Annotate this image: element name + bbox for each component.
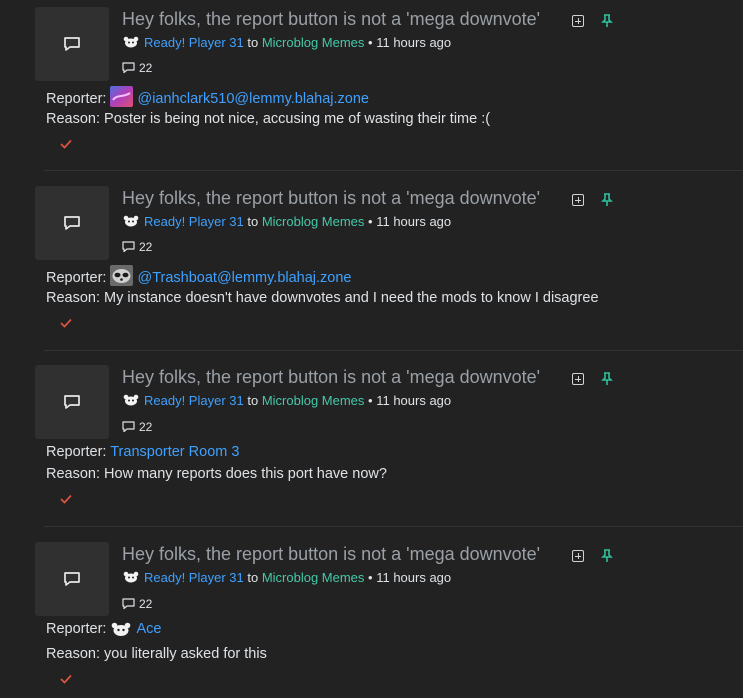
author-link[interactable]: Ready! Player 31 [144, 214, 244, 229]
divider [44, 526, 743, 527]
report-item: Hey folks, the report button is not a 'm… [0, 535, 743, 698]
community-link[interactable]: Microblog Memes [262, 214, 365, 229]
report-item: Hey folks, the report button is not a 'm… [0, 179, 743, 350]
post-thumbnail[interactable] [35, 186, 109, 260]
to-word: to [247, 393, 259, 408]
reporter-link[interactable]: Ace [136, 621, 161, 637]
pin-icon [601, 14, 613, 27]
reason-text: you literally asked for this [104, 646, 267, 662]
post-meta: Ready! Player 31 to Microblog Memes • 11… [122, 214, 451, 229]
divider [44, 170, 743, 171]
report-item: Hey folks, the report button is not a 'm… [0, 358, 743, 526]
comments-icon [122, 62, 135, 74]
post-meta: Ready! Player 31 to Microblog Memes • 11… [122, 393, 451, 408]
pin-icon [601, 549, 613, 562]
resolve-check-icon[interactable] [60, 139, 72, 149]
mascot-avatar-icon [112, 622, 131, 636]
reporter-link[interactable]: @ianhclark510@lemmy.blahaj.zone [137, 91, 368, 107]
reporter-link[interactable]: Transporter Room 3 [110, 444, 239, 460]
comment-icon [64, 395, 80, 409]
to-word: to [247, 570, 259, 585]
reporter-link[interactable]: @Trashboat@lemmy.blahaj.zone [137, 270, 351, 286]
community-link[interactable]: Microblog Memes [262, 570, 365, 585]
reason-line: Reason: How many reports does this port … [46, 466, 387, 482]
post-thumbnail[interactable] [35, 365, 109, 439]
post-time: • 11 hours ago [368, 214, 452, 229]
author-link[interactable]: Ready! Player 31 [144, 35, 244, 50]
pin-icon [601, 372, 613, 385]
reason-text: My instance doesn't have downvotes and I… [104, 290, 599, 306]
comments-icon [122, 421, 135, 433]
reporter-label: Reporter: [46, 444, 107, 460]
reason-label: Reason: [46, 111, 101, 127]
comment-icon [64, 37, 80, 51]
resolve-check-icon[interactable] [60, 674, 72, 684]
report-item: Hey folks, the report button is not a 'm… [0, 0, 743, 170]
expand-icon[interactable] [572, 550, 584, 562]
gradient-avatar-icon [110, 86, 134, 107]
post-thumbnail[interactable] [35, 542, 109, 616]
reason-label: Reason: [46, 290, 101, 306]
post-time: • 11 hours ago [368, 570, 452, 585]
raccoon-avatar-icon [110, 265, 134, 286]
post-thumbnail[interactable] [35, 7, 109, 81]
reason-line: Reason: you literally asked for this [46, 646, 267, 662]
expand-icon[interactable] [572, 194, 584, 206]
reporter-line: Reporter: @ianhclark510@lemmy.blahaj.zon… [46, 86, 369, 107]
post-time: • 11 hours ago [368, 393, 452, 408]
reason-text: How many reports does this port have now… [104, 466, 387, 482]
reason-text: Poster is being not nice, accusing me of… [104, 111, 491, 127]
mascot-avatar-icon [123, 36, 139, 48]
resolve-check-icon[interactable] [60, 494, 72, 504]
reason-label: Reason: [46, 646, 101, 662]
post-time: • 11 hours ago [368, 35, 452, 50]
comments-icon [122, 241, 135, 253]
comment-count[interactable]: 22 [122, 61, 152, 75]
resolve-check-icon[interactable] [60, 318, 72, 328]
mascot-avatar-icon [123, 571, 139, 583]
reporter-line: Reporter: Ace [46, 621, 161, 637]
divider [44, 350, 743, 351]
expand-icon[interactable] [572, 373, 584, 385]
reporter-label: Reporter: [46, 91, 107, 107]
community-link[interactable]: Microblog Memes [262, 35, 365, 50]
reporter-line: Reporter: @Trashboat@lemmy.blahaj.zone [46, 265, 352, 286]
post-title[interactable]: Hey folks, the report button is not a 'm… [122, 367, 540, 388]
comments-icon [122, 598, 135, 610]
to-word: to [247, 35, 259, 50]
post-meta: Ready! Player 31 to Microblog Memes • 11… [122, 570, 451, 585]
to-word: to [247, 214, 259, 229]
comment-count[interactable]: 22 [122, 420, 152, 434]
expand-icon[interactable] [572, 15, 584, 27]
comment-icon [64, 216, 80, 230]
post-title[interactable]: Hey folks, the report button is not a 'm… [122, 9, 540, 30]
comment-count[interactable]: 22 [122, 240, 152, 254]
author-link[interactable]: Ready! Player 31 [144, 393, 244, 408]
post-title[interactable]: Hey folks, the report button is not a 'm… [122, 188, 540, 209]
reporter-label: Reporter: [46, 270, 107, 286]
reporter-line: Reporter: Transporter Room 3 [46, 444, 239, 460]
mascot-avatar-icon [123, 394, 139, 406]
reason-line: Reason: Poster is being not nice, accusi… [46, 111, 490, 127]
community-link[interactable]: Microblog Memes [262, 393, 365, 408]
post-meta: Ready! Player 31 to Microblog Memes • 11… [122, 35, 451, 50]
reason-line: Reason: My instance doesn't have downvot… [46, 290, 599, 306]
mascot-avatar-icon [123, 215, 139, 227]
comment-icon [64, 572, 80, 586]
post-title[interactable]: Hey folks, the report button is not a 'm… [122, 544, 540, 565]
pin-icon [601, 193, 613, 206]
reason-label: Reason: [46, 466, 101, 482]
comment-count[interactable]: 22 [122, 597, 152, 611]
reporter-label: Reporter: [46, 621, 107, 637]
author-link[interactable]: Ready! Player 31 [144, 570, 244, 585]
